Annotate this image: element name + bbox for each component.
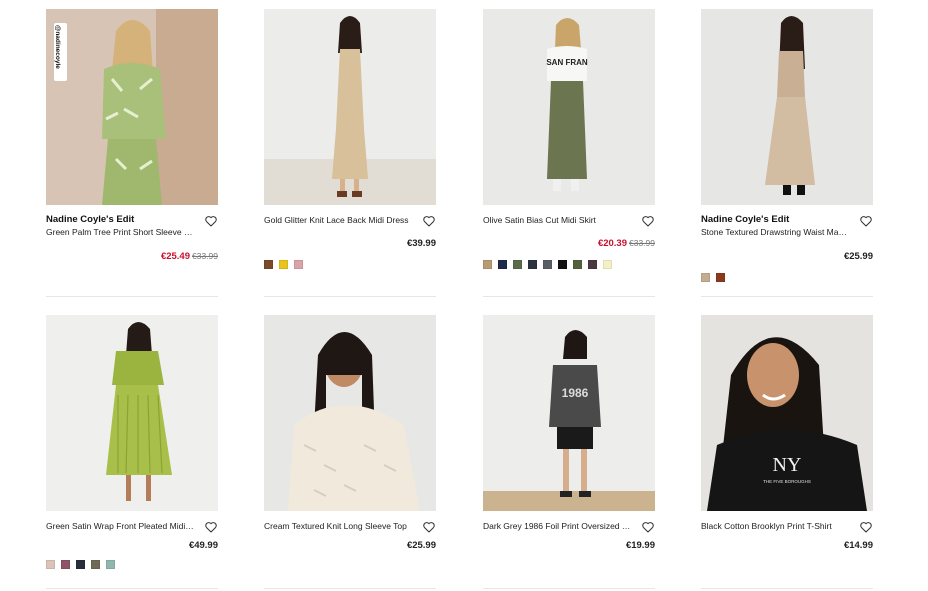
svg-text:THE FIVE BOROUGHS: THE FIVE BOROUGHS bbox=[763, 479, 811, 484]
heart-icon[interactable] bbox=[422, 214, 436, 228]
product-image[interactable]: @nadinecoyle bbox=[46, 9, 218, 205]
colour-swatches bbox=[264, 260, 303, 269]
product-price: €20.39 €33.99 bbox=[598, 238, 655, 249]
row-divider bbox=[46, 296, 874, 297]
product-name[interactable]: Green Satin Wrap Front Pleated Midi Dr..… bbox=[46, 520, 196, 532]
product-image[interactable] bbox=[701, 9, 873, 205]
heart-icon[interactable] bbox=[422, 520, 436, 534]
product-price: €39.99 bbox=[406, 238, 436, 249]
svg-text:NY: NY bbox=[773, 454, 802, 476]
colour-swatch[interactable] bbox=[46, 560, 55, 569]
product-brand: Nadine Coyle's Edit bbox=[46, 214, 135, 225]
colour-swatch[interactable] bbox=[279, 260, 288, 269]
sale-price: €20.39 bbox=[597, 238, 627, 249]
heart-icon[interactable] bbox=[859, 520, 873, 534]
row-divider bbox=[46, 588, 874, 589]
colour-swatches bbox=[483, 260, 612, 269]
colour-swatch[interactable] bbox=[91, 560, 100, 569]
product-image[interactable] bbox=[264, 315, 436, 511]
heart-icon[interactable] bbox=[859, 214, 873, 228]
product-name[interactable]: Green Palm Tree Print Short Sleeve Shirt bbox=[46, 226, 196, 238]
original-price: €33.99 bbox=[192, 251, 218, 261]
svg-text:SAN FRAN: SAN FRAN bbox=[546, 58, 588, 67]
colour-swatch[interactable] bbox=[106, 560, 115, 569]
colour-swatch[interactable] bbox=[573, 260, 582, 269]
product-name[interactable]: Stone Textured Drawstring Waist Maxi S..… bbox=[701, 226, 851, 238]
product-name[interactable]: Cream Textured Knit Long Sleeve Top bbox=[264, 520, 414, 532]
product-price: €14.99 bbox=[843, 540, 873, 551]
product-name[interactable]: Olive Satin Bias Cut Midi Skirt bbox=[483, 214, 633, 226]
colour-swatch[interactable] bbox=[528, 260, 537, 269]
colour-swatch[interactable] bbox=[264, 260, 273, 269]
colour-swatches bbox=[46, 560, 115, 569]
colour-swatch[interactable] bbox=[588, 260, 597, 269]
product-name[interactable]: Dark Grey 1986 Foil Print Oversized T-Sh… bbox=[483, 520, 633, 532]
product-image[interactable]: NY THE FIVE BOROUGHS bbox=[701, 315, 873, 511]
product-image[interactable] bbox=[264, 9, 436, 205]
product-price: €25.99 bbox=[843, 251, 873, 262]
colour-swatch[interactable] bbox=[716, 273, 725, 282]
colour-swatch[interactable] bbox=[61, 560, 70, 569]
heart-icon[interactable] bbox=[641, 520, 655, 534]
product-price: €19.99 bbox=[625, 540, 655, 551]
product-brand: Nadine Coyle's Edit bbox=[701, 214, 790, 225]
colour-swatch[interactable] bbox=[76, 560, 85, 569]
product-price: €25.49 €33.99 bbox=[161, 251, 218, 262]
colour-swatch[interactable] bbox=[483, 260, 492, 269]
sale-price: €25.49 bbox=[160, 251, 190, 262]
product-image[interactable]: SAN FRAN bbox=[483, 9, 655, 205]
influencer-handle-tag: @nadinecoyle bbox=[54, 23, 67, 81]
colour-swatch[interactable] bbox=[543, 260, 552, 269]
product-price: €49.99 bbox=[188, 540, 218, 551]
colour-swatch[interactable] bbox=[701, 273, 710, 282]
product-image[interactable] bbox=[46, 315, 218, 511]
colour-swatch[interactable] bbox=[603, 260, 612, 269]
product-name[interactable]: Black Cotton Brooklyn Print T-Shirt bbox=[701, 520, 851, 532]
colour-swatch[interactable] bbox=[558, 260, 567, 269]
influencer-handle-text: @nadinecoyle bbox=[54, 25, 61, 69]
colour-swatches bbox=[701, 273, 725, 282]
colour-swatch[interactable] bbox=[498, 260, 507, 269]
product-image[interactable]: 1986 bbox=[483, 315, 655, 511]
heart-icon[interactable] bbox=[641, 214, 655, 228]
colour-swatch[interactable] bbox=[294, 260, 303, 269]
heart-icon[interactable] bbox=[204, 520, 218, 534]
original-price: €33.99 bbox=[629, 238, 655, 248]
product-price: €25.99 bbox=[406, 540, 436, 551]
colour-swatch[interactable] bbox=[513, 260, 522, 269]
product-name[interactable]: Gold Glitter Knit Lace Back Midi Dress bbox=[264, 214, 414, 226]
svg-text:1986: 1986 bbox=[562, 386, 589, 400]
heart-icon[interactable] bbox=[204, 214, 218, 228]
